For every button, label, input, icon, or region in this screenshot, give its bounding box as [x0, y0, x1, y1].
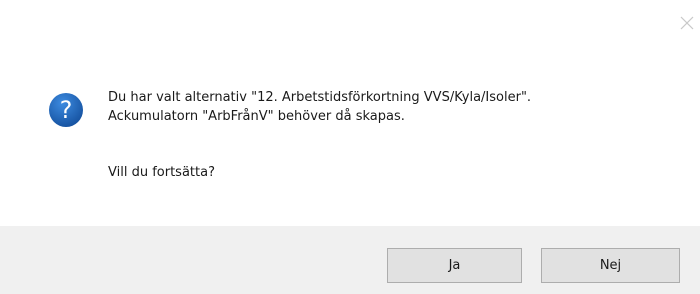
yes-button[interactable]: Ja: [387, 248, 522, 283]
dialog-message: Du har valt alternativ "12. Arbetstidsfö…: [108, 88, 531, 182]
no-button[interactable]: Nej: [541, 248, 680, 283]
message-line-1: Du har valt alternativ "12. Arbetstidsfö…: [108, 90, 532, 105]
svg-text:?: ?: [60, 96, 73, 124]
close-icon: [680, 16, 694, 30]
message-line-2: Ackumulatorn "ArbFrånV" behöver då skapa…: [108, 109, 405, 124]
question-icon: ?: [49, 93, 83, 127]
button-bar: Ja Nej: [0, 226, 700, 294]
message-dialog: ? Du har valt alternativ "12. Arbetstids…: [0, 0, 700, 294]
message-line-3: Vill du fortsätta?: [108, 165, 215, 180]
close-button[interactable]: [678, 14, 696, 32]
